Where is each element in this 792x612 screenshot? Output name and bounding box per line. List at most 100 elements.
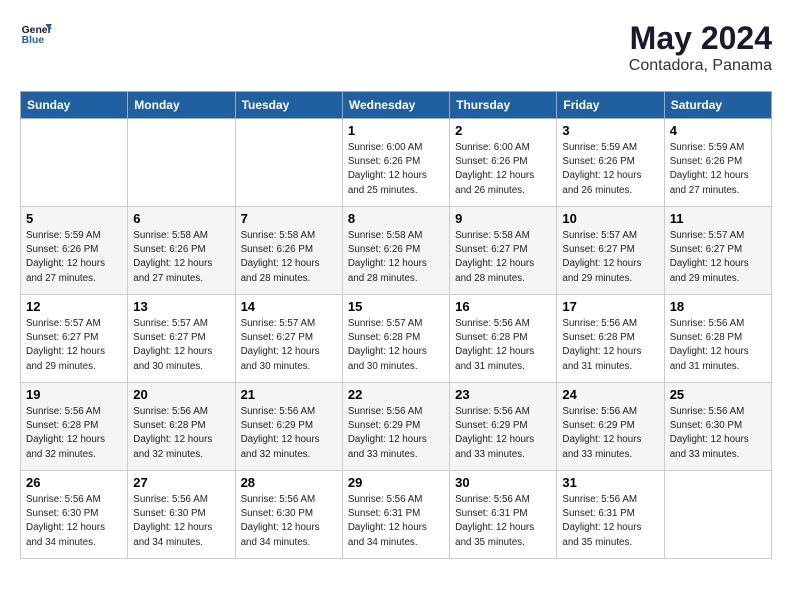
day-header-saturday: Saturday	[664, 92, 771, 119]
calendar-cell: 10 Sunrise: 5:57 AM Sunset: 6:27 PM Dayli…	[557, 207, 664, 295]
day-number: 8	[348, 211, 444, 226]
day-number: 11	[670, 211, 766, 226]
day-info: Sunrise: 6:00 AM Sunset: 6:26 PM Dayligh…	[348, 141, 444, 198]
calendar-cell	[128, 119, 235, 207]
day-number: 30	[455, 475, 551, 490]
day-info: Sunrise: 5:58 AM Sunset: 6:26 PM Dayligh…	[133, 229, 229, 286]
calendar-cell: 19Sunrise: 5:56 AM Sunset: 6:28 PM Dayli…	[21, 383, 128, 471]
day-info: Sunrise: 5:56 AM Sunset: 6:28 PM Dayligh…	[455, 317, 551, 374]
day-header-tuesday: Tuesday	[235, 92, 342, 119]
day-number: 5	[26, 211, 122, 226]
day-number: 27	[133, 475, 229, 490]
logo-icon: General Blue	[20, 20, 52, 48]
day-info: Sunrise: 5:57 AM Sunset: 6:27 PM Dayligh…	[562, 229, 658, 286]
day-info: Sunrise: 5:56 AM Sunset: 6:29 PM Dayligh…	[348, 405, 444, 462]
calendar-cell: 15 Sunrise: 5:57 AM Sunset: 6:28 PM Dayli…	[342, 295, 449, 383]
calendar-cell: 27 Sunrise: 5:56 AM Sunset: 6:30 PM Dayli…	[128, 471, 235, 559]
calendar-cell: 26 Sunrise: 5:56 AM Sunset: 6:30 PM Dayli…	[21, 471, 128, 559]
day-info: Sunrise: 5:59 AM Sunset: 6:26 PM Dayligh…	[562, 141, 658, 198]
calendar-cell: 11 Sunrise: 5:57 AM Sunset: 6:27 PM Dayli…	[664, 207, 771, 295]
calendar-week-row: 1 Sunrise: 6:00 AM Sunset: 6:26 PM Daylig…	[21, 119, 772, 207]
day-number: 16	[455, 299, 551, 314]
calendar-cell: 31Sunrise: 5:56 AM Sunset: 6:31 PM Dayli…	[557, 471, 664, 559]
day-info: Sunrise: 5:56 AM Sunset: 6:30 PM Dayligh…	[26, 493, 122, 550]
calendar-cell: 12 Sunrise: 5:57 AM Sunset: 6:27 PM Dayli…	[21, 295, 128, 383]
day-number: 19	[26, 387, 122, 402]
day-header-sunday: Sunday	[21, 92, 128, 119]
calendar-cell: 7Sunrise: 5:58 AM Sunset: 6:26 PM Daylig…	[235, 207, 342, 295]
day-header-friday: Friday	[557, 92, 664, 119]
day-info: Sunrise: 5:56 AM Sunset: 6:29 PM Dayligh…	[455, 405, 551, 462]
day-info: Sunrise: 5:56 AM Sunset: 6:28 PM Dayligh…	[133, 405, 229, 462]
calendar-cell: 13 Sunrise: 5:57 AM Sunset: 6:27 PM Dayli…	[128, 295, 235, 383]
day-number: 28	[241, 475, 337, 490]
calendar-cell	[21, 119, 128, 207]
calendar-cell: 14Sunrise: 5:57 AM Sunset: 6:27 PM Dayli…	[235, 295, 342, 383]
day-info: Sunrise: 5:56 AM Sunset: 6:30 PM Dayligh…	[241, 493, 337, 550]
day-header-thursday: Thursday	[450, 92, 557, 119]
calendar-body: 1 Sunrise: 6:00 AM Sunset: 6:26 PM Daylig…	[21, 119, 772, 559]
day-number: 6	[133, 211, 229, 226]
day-number: 1	[348, 123, 444, 138]
day-info: Sunrise: 5:57 AM Sunset: 6:28 PM Dayligh…	[348, 317, 444, 374]
day-info: Sunrise: 6:00 AM Sunset: 6:26 PM Dayligh…	[455, 141, 551, 198]
calendar-cell: 21Sunrise: 5:56 AM Sunset: 6:29 PM Dayli…	[235, 383, 342, 471]
day-number: 24	[562, 387, 658, 402]
day-number: 25	[670, 387, 766, 402]
day-header-wednesday: Wednesday	[342, 92, 449, 119]
calendar-week-row: 5 Sunrise: 5:59 AM Sunset: 6:26 PM Daylig…	[21, 207, 772, 295]
calendar-cell: 5 Sunrise: 5:59 AM Sunset: 6:26 PM Daylig…	[21, 207, 128, 295]
day-info: Sunrise: 5:56 AM Sunset: 6:31 PM Dayligh…	[348, 493, 444, 550]
day-info: Sunrise: 5:57 AM Sunset: 6:27 PM Dayligh…	[670, 229, 766, 286]
calendar-week-row: 12 Sunrise: 5:57 AM Sunset: 6:27 PM Dayli…	[21, 295, 772, 383]
calendar-cell: 24 Sunrise: 5:56 AM Sunset: 6:29 PM Dayli…	[557, 383, 664, 471]
day-number: 10	[562, 211, 658, 226]
calendar-cell: 17Sunrise: 5:56 AM Sunset: 6:28 PM Dayli…	[557, 295, 664, 383]
day-info: Sunrise: 5:56 AM Sunset: 6:29 PM Dayligh…	[562, 405, 658, 462]
day-info: Sunrise: 5:57 AM Sunset: 6:27 PM Dayligh…	[26, 317, 122, 374]
day-number: 12	[26, 299, 122, 314]
day-info: Sunrise: 5:56 AM Sunset: 6:29 PM Dayligh…	[241, 405, 337, 462]
location-subtitle: Contadora, Panama	[629, 57, 772, 75]
calendar-week-row: 19 Sunrise: 5:56 AM Sunset: 6:28 PM Dayli…	[21, 383, 772, 471]
calendar-cell: 22 Sunrise: 5:56 AM Sunset: 6:29 PM Dayli…	[342, 383, 449, 471]
day-info: Sunrise: 5:56 AM Sunset: 6:30 PM Dayligh…	[670, 405, 766, 462]
calendar-cell: 1 Sunrise: 6:00 AM Sunset: 6:26 PM Daylig…	[342, 119, 449, 207]
day-number: 29	[348, 475, 444, 490]
calendar-week-row: 26 Sunrise: 5:56 AM Sunset: 6:30 PM Dayli…	[21, 471, 772, 559]
day-number: 20	[133, 387, 229, 402]
day-info: Sunrise: 5:56 AM Sunset: 6:28 PM Dayligh…	[562, 317, 658, 374]
calendar-cell: 3Sunrise: 5:59 AM Sunset: 6:26 PM Daylig…	[557, 119, 664, 207]
calendar-cell: 9Sunrise: 5:58 AM Sunset: 6:27 PM Daylig…	[450, 207, 557, 295]
calendar-cell	[235, 119, 342, 207]
day-number: 22	[348, 387, 444, 402]
day-number: 9	[455, 211, 551, 226]
day-number: 7	[241, 211, 337, 226]
day-header-monday: Monday	[128, 92, 235, 119]
day-info: Sunrise: 5:56 AM Sunset: 6:30 PM Dayligh…	[133, 493, 229, 550]
calendar-cell: 29 Sunrise: 5:56 AM Sunset: 6:31 PM Dayli…	[342, 471, 449, 559]
logo: General Blue General Blue	[20, 20, 52, 48]
day-info: Sunrise: 5:58 AM Sunset: 6:26 PM Dayligh…	[348, 229, 444, 286]
day-number: 15	[348, 299, 444, 314]
day-info: Sunrise: 5:59 AM Sunset: 6:26 PM Dayligh…	[670, 141, 766, 198]
calendar-cell: 18 Sunrise: 5:56 AM Sunset: 6:28 PM Dayli…	[664, 295, 771, 383]
day-info: Sunrise: 5:57 AM Sunset: 6:27 PM Dayligh…	[241, 317, 337, 374]
day-info: Sunrise: 5:57 AM Sunset: 6:27 PM Dayligh…	[133, 317, 229, 374]
calendar-header-row: SundayMondayTuesdayWednesdayThursdayFrid…	[21, 92, 772, 119]
calendar-cell: 4Sunrise: 5:59 AM Sunset: 6:26 PM Daylig…	[664, 119, 771, 207]
calendar-cell	[664, 471, 771, 559]
page-header: General Blue General Blue May 2024 Conta…	[20, 20, 772, 75]
calendar-cell: 8 Sunrise: 5:58 AM Sunset: 6:26 PM Daylig…	[342, 207, 449, 295]
day-info: Sunrise: 5:56 AM Sunset: 6:28 PM Dayligh…	[670, 317, 766, 374]
day-number: 13	[133, 299, 229, 314]
calendar-cell: 30 Sunrise: 5:56 AM Sunset: 6:31 PM Dayli…	[450, 471, 557, 559]
calendar-cell: 20 Sunrise: 5:56 AM Sunset: 6:28 PM Dayli…	[128, 383, 235, 471]
day-info: Sunrise: 5:59 AM Sunset: 6:26 PM Dayligh…	[26, 229, 122, 286]
day-number: 31	[562, 475, 658, 490]
day-number: 18	[670, 299, 766, 314]
day-number: 26	[26, 475, 122, 490]
month-title: May 2024	[629, 20, 772, 57]
day-info: Sunrise: 5:56 AM Sunset: 6:31 PM Dayligh…	[455, 493, 551, 550]
calendar-cell: 6 Sunrise: 5:58 AM Sunset: 6:26 PM Daylig…	[128, 207, 235, 295]
